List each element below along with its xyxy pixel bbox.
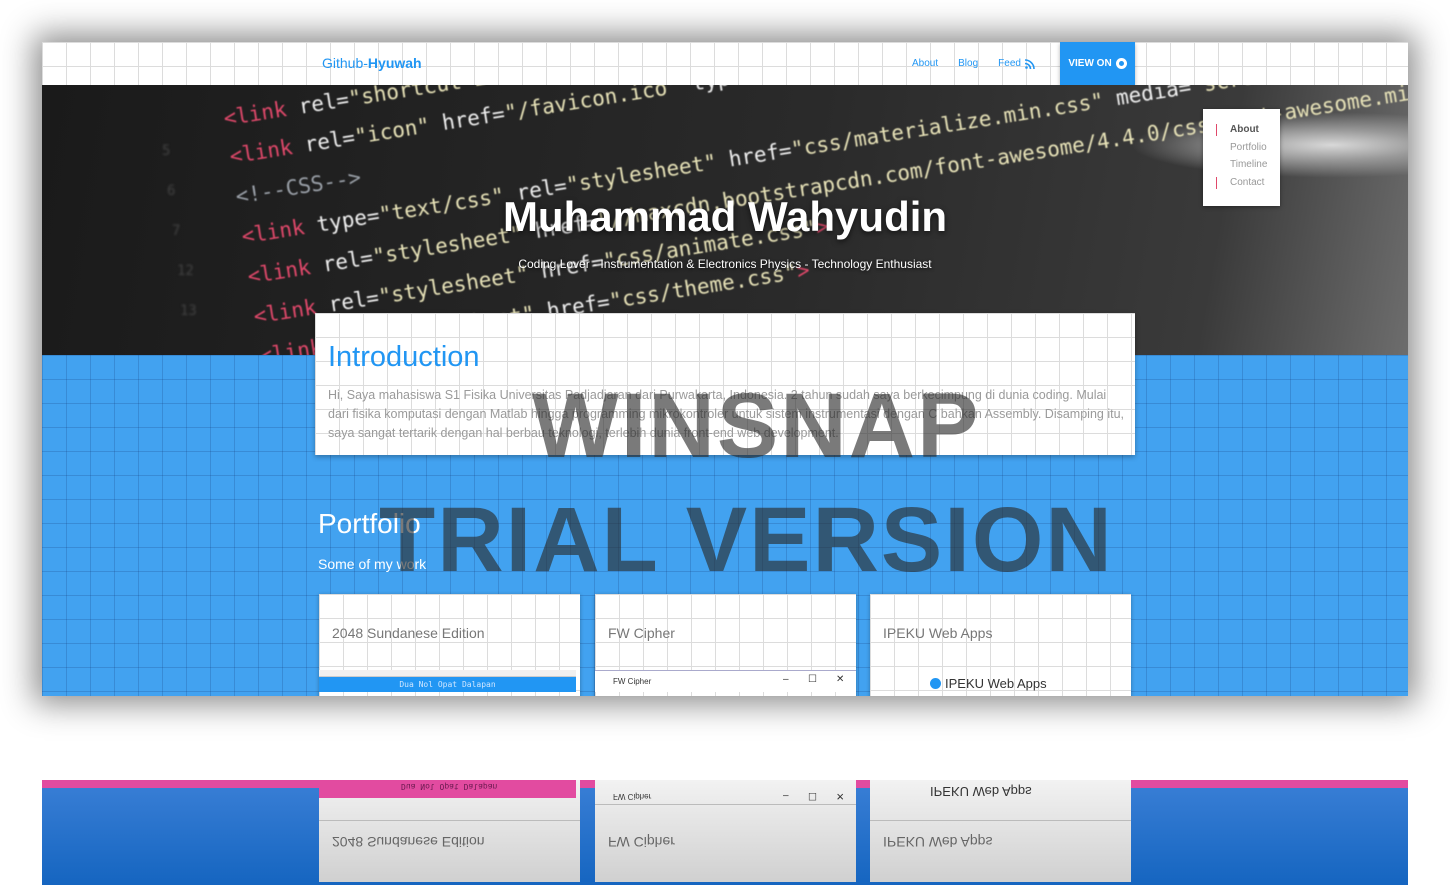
preview-banner-text: Dua Nol Opat Dalapan bbox=[319, 677, 576, 692]
toc-label: About bbox=[1230, 124, 1259, 135]
screenshot-reflection: Dua Nol Opat Dalapan 2048 Sundanese Edit… bbox=[42, 780, 1408, 885]
maximize-icon: ☐ bbox=[808, 674, 817, 685]
toc-item-contact[interactable]: Contact bbox=[1203, 176, 1280, 194]
reflection-divider bbox=[595, 804, 856, 805]
card-title: 2048 Sundanese Edition bbox=[332, 625, 485, 641]
watermark-line-1: WINSNAP bbox=[532, 375, 981, 477]
hero-subtitle: Coding Lover - Instrumentation & Electro… bbox=[518, 257, 932, 271]
reflection-card: IPEKU Web Apps IPEKU Web Apps bbox=[870, 780, 1131, 882]
toc-label: Timeline bbox=[1230, 159, 1268, 170]
reflection-card: Dua Nol Opat Dalapan 2048 Sundanese Edit… bbox=[319, 780, 580, 882]
card-preview-image: IPEKU Web Apps bbox=[870, 670, 1131, 696]
reflection-preview-text: FW Cipher bbox=[613, 792, 652, 801]
rss-icon bbox=[1024, 58, 1035, 69]
app-logo-icon bbox=[930, 678, 941, 689]
card-preview-image: Dua Nol Opat Dalapan bbox=[319, 670, 580, 696]
view-on-github-button[interactable]: VIEW ON bbox=[1060, 42, 1135, 85]
feed-label: Feed bbox=[998, 58, 1021, 69]
preview-app-title: IPEKU Web Apps bbox=[930, 676, 1047, 691]
toc-active-marker bbox=[1216, 124, 1217, 136]
portfolio-card-ipeku[interactable]: IPEKU Web Apps IPEKU Web Apps bbox=[870, 594, 1131, 696]
reflection-divider bbox=[870, 820, 1131, 821]
navbar: Github-Hyuwah About Blog Feed VIEW ON bbox=[42, 42, 1408, 85]
nav-link-feed[interactable]: Feed bbox=[998, 58, 1035, 69]
nav-link-blog[interactable]: Blog bbox=[958, 58, 978, 69]
reflection-close-icon: ✕ bbox=[836, 790, 845, 801]
toc-label: Portfolio bbox=[1230, 141, 1267, 153]
intro-title: Introduction bbox=[328, 341, 480, 373]
portfolio-card-2048[interactable]: 2048 Sundanese Edition Dua Nol Opat Dala… bbox=[319, 594, 580, 696]
preview-window: FW Cipher – ☐ ✕ bbox=[595, 670, 856, 692]
brand-prefix: Github- bbox=[322, 55, 368, 71]
nav-links: About Blog Feed bbox=[912, 42, 1055, 85]
code-line-number: 5 bbox=[162, 143, 171, 159]
toc-panel: About Portfolio Timeline Contact bbox=[1203, 109, 1280, 206]
reflection-minimize-icon: – bbox=[783, 790, 789, 801]
browser-screenshot: Github-Hyuwah About Blog Feed VIEW ON 5 … bbox=[42, 42, 1408, 696]
toc-marker bbox=[1216, 176, 1217, 189]
reflection-maximize-icon: ☐ bbox=[808, 790, 817, 801]
toc-label: Contact bbox=[1230, 176, 1265, 188]
reflection-card-title: FW Cipher bbox=[608, 834, 675, 850]
card-title: FW Cipher bbox=[608, 625, 675, 641]
reflection-card-title: IPEKU Web Apps bbox=[883, 834, 993, 850]
preview-titlebar bbox=[319, 670, 576, 677]
preview-app-name: IPEKU Web Apps bbox=[945, 676, 1047, 691]
reflection-card: FW Cipher – ☐ ✕ FW Cipher bbox=[595, 780, 856, 882]
view-on-label: VIEW ON bbox=[1068, 58, 1112, 69]
toc-item-timeline[interactable]: Timeline bbox=[1203, 158, 1280, 176]
nav-link-about[interactable]: About bbox=[912, 58, 938, 69]
reflection-card-title: 2048 Sundanese Edition bbox=[332, 834, 485, 850]
brand-logo[interactable]: Github-Hyuwah bbox=[322, 55, 422, 71]
toc-item-portfolio[interactable]: Portfolio bbox=[1203, 141, 1280, 159]
card-preview-image: FW Cipher – ☐ ✕ bbox=[595, 670, 856, 696]
code-line-number: 13 bbox=[180, 303, 197, 319]
preview-window-title: FW Cipher bbox=[613, 677, 652, 686]
card-title: IPEKU Web Apps bbox=[883, 625, 993, 641]
toc-item-about[interactable]: About bbox=[1203, 123, 1280, 141]
portfolio-card-fw-cipher[interactable]: FW Cipher FW Cipher – ☐ ✕ bbox=[595, 594, 856, 696]
watermark-line-2: TRIAL VERSION bbox=[379, 489, 1114, 591]
reflection-preview-text: IPEKU Web Apps bbox=[930, 784, 1032, 799]
reflection-divider bbox=[319, 820, 580, 821]
github-icon bbox=[1115, 58, 1127, 69]
reflection-preview-text: Dua Nol Opat Dalapan bbox=[401, 782, 498, 791]
brand-name: Hyuwah bbox=[367, 55, 422, 71]
minimize-icon: – bbox=[783, 674, 789, 685]
close-icon: ✕ bbox=[836, 674, 845, 685]
